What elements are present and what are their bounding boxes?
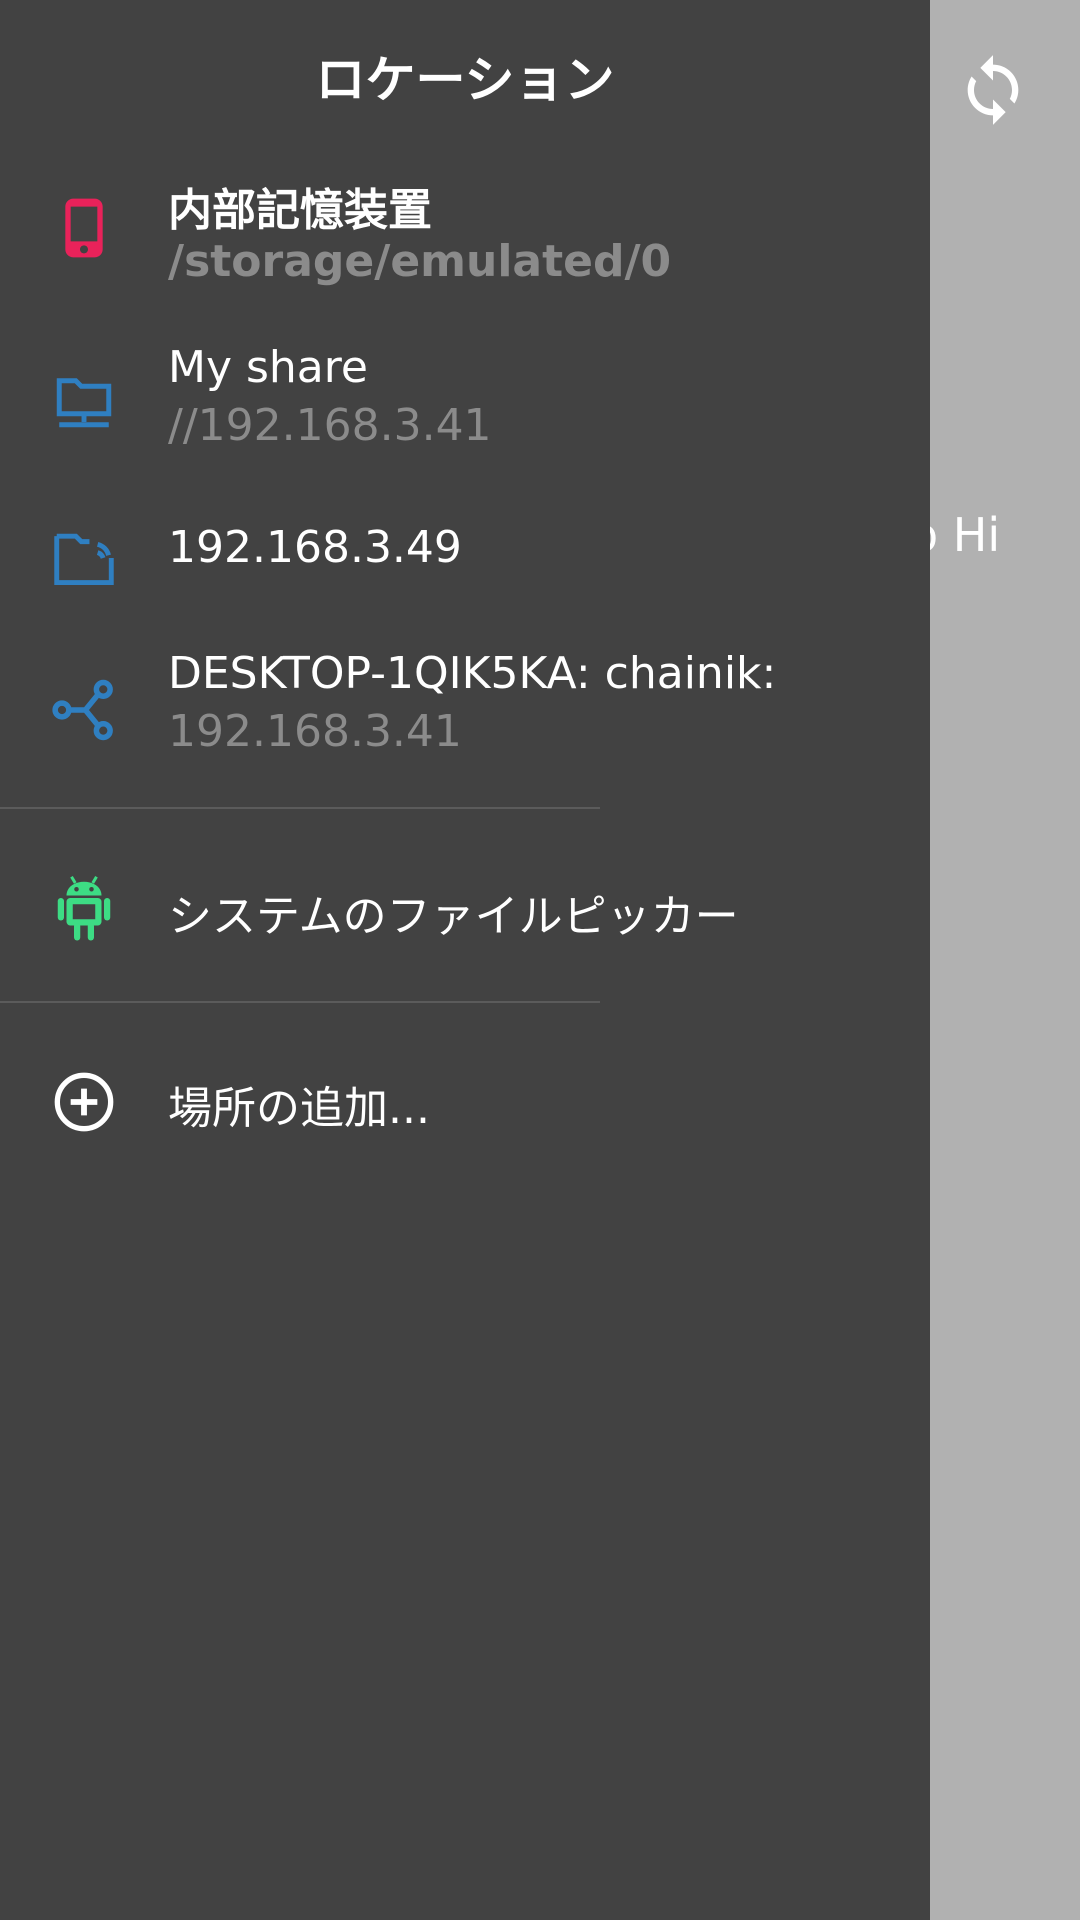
- location-path: 192.168.3.41: [168, 706, 462, 757]
- location-path: //192.168.3.41: [168, 400, 492, 451]
- add-location-label: 場所の追加...: [168, 1083, 430, 1134]
- drawer-title: ロケーション: [315, 51, 615, 109]
- location-desktop-share[interactable]: DESKTOP-1QIK5KA: chainik: 192.168.3.41: [0, 640, 930, 780]
- add-circle-icon: [48, 1066, 120, 1138]
- locations-drawer: ロケーション 内部記憶装置 /storage/emulated/0 My sha…: [0, 0, 930, 1920]
- location-path: /storage/emulated/0: [168, 236, 672, 287]
- refresh-button[interactable]: [955, 52, 1031, 128]
- location-name: My share: [168, 342, 368, 393]
- location-name: 内部記憶装置: [168, 185, 432, 236]
- divider: [0, 807, 600, 809]
- divider: [0, 1001, 600, 1003]
- refresh-icon: [967, 55, 1019, 125]
- location-my-share[interactable]: My share //192.168.3.41: [0, 330, 930, 470]
- add-location-button[interactable]: 場所の追加...: [0, 1040, 930, 1160]
- location-name: 192.168.3.49: [168, 522, 462, 573]
- computer-folder-icon: [48, 364, 120, 436]
- android-icon: [48, 872, 120, 944]
- system-file-picker-label: システムのファイルピッカー: [168, 891, 739, 942]
- network-folder-icon: [48, 522, 120, 594]
- system-file-picker[interactable]: システムのファイルピッカー: [0, 850, 930, 980]
- phone-icon: [48, 192, 120, 264]
- location-192-168-3-49[interactable]: 192.168.3.49: [0, 510, 930, 630]
- location-name: DESKTOP-1QIK5KA: chainik:: [168, 648, 777, 699]
- share-icon: [48, 674, 120, 746]
- location-internal-storage[interactable]: 内部記憶装置 /storage/emulated/0: [0, 160, 930, 300]
